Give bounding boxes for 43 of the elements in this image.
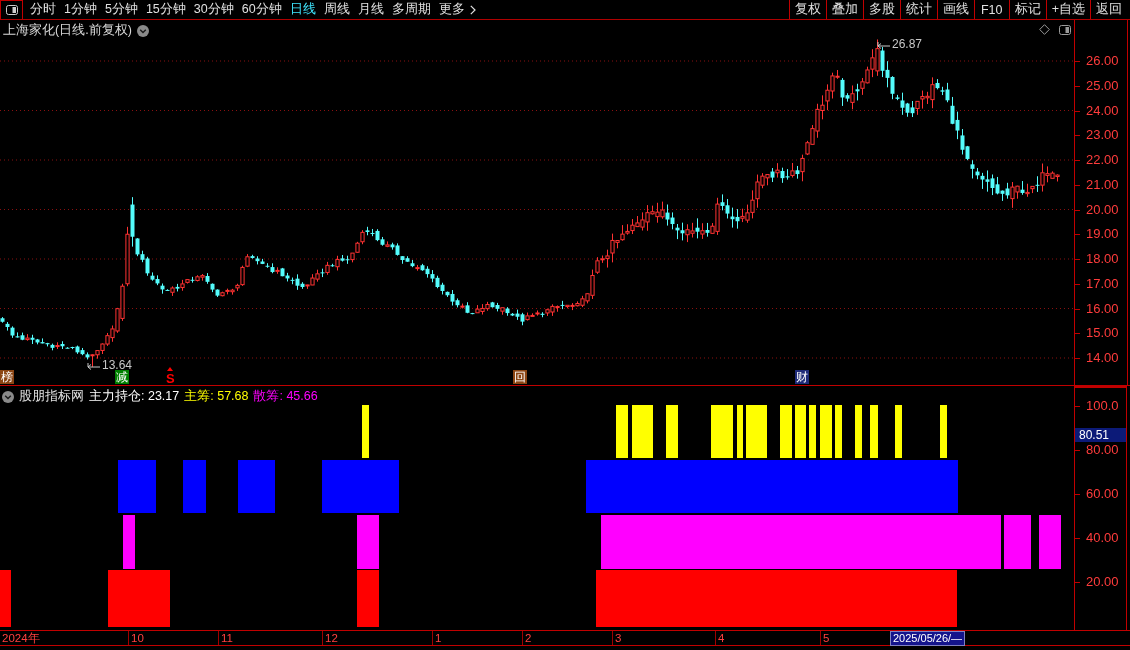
price-axis-label: 26.00 [1085,53,1120,69]
price-axis-label: 24.00 [1085,102,1120,119]
period-tab[interactable]: 分时 [26,0,60,19]
period-tab[interactable]: 多周期 [387,0,435,19]
period-tab[interactable]: 5分钟 [100,0,142,19]
price-axis-label: 16.00 [1085,300,1120,317]
price-axis-label: 19.00 [1085,226,1120,243]
period-tab[interactable]: 日线 [285,0,320,19]
indicator-axis-label: 20.00 [1085,574,1120,590]
panel-toggle-button[interactable] [0,0,23,19]
price-axis-label: 17.00 [1085,275,1120,292]
price-axis-label: 21.00 [1085,176,1120,193]
period-tab[interactable]: 15分钟 [141,0,190,19]
date-axis-label: 1 [435,631,442,645]
date-axis-label: 2 [525,631,532,645]
date-axis-label: 3 [615,631,622,645]
chevron-right-icon [469,4,476,15]
more-menu-button[interactable]: 更多 [434,0,480,19]
price-axis-label: 25.00 [1085,77,1120,94]
date-axis-label: 5 [823,631,830,645]
price-axis-label: 20.00 [1085,201,1120,218]
price-axis-label: 23.00 [1085,127,1120,144]
indicator-axis-label: 100.0 [1085,398,1120,414]
price-axis-label: 14.00 [1085,350,1120,366]
price-axis-label: 18.00 [1085,251,1120,267]
period-tab[interactable]: 60分钟 [237,0,286,19]
price-axis-label: 22.00 [1085,152,1120,168]
date-axis-label: 10 [131,631,144,645]
price-axis-label: 15.00 [1085,325,1120,342]
period-tab[interactable]: 30分钟 [189,0,238,19]
period-tab[interactable]: 周线 [319,0,354,19]
period-tab[interactable]: 1分钟 [60,0,101,19]
date-axis-label: 4 [718,631,725,645]
indicator-axis-label: 80.00 [1085,442,1120,458]
indicator-axis-label: 40.00 [1085,530,1120,546]
date-axis-label: 11 [221,631,233,645]
cursor-value-label: 80.51 [1075,428,1126,442]
date-axis-label: 12 [325,631,338,645]
indicator-axis-label: 60.00 [1085,486,1120,502]
cursor-date-label: 2025/05/26/— [890,631,966,646]
date-axis-label: 2024年 [2,631,40,645]
panel-icon [5,5,18,15]
period-tab[interactable]: 月线 [353,0,388,19]
